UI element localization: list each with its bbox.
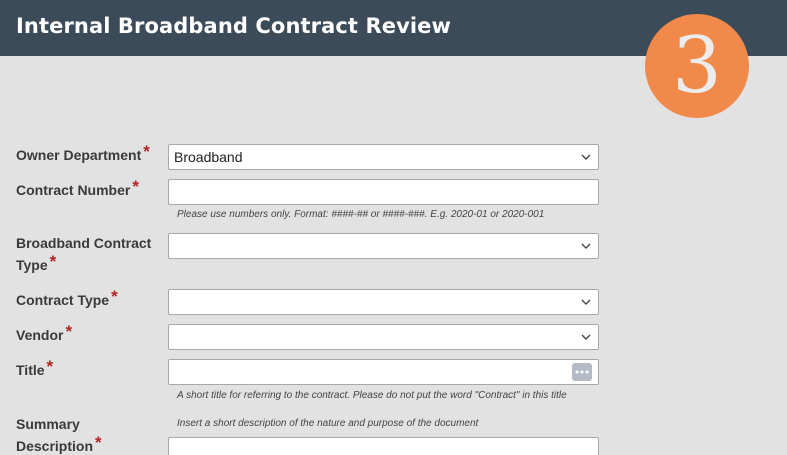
owner-department-label: Owner Department * xyxy=(16,142,150,163)
summary-description-input[interactable] xyxy=(168,437,599,455)
required-marker: * xyxy=(132,177,139,196)
title-label: Title * xyxy=(16,357,54,378)
chevron-down-icon xyxy=(581,334,591,340)
required-marker: * xyxy=(49,252,57,271)
vendor-label: Vendor * xyxy=(16,322,73,343)
contract-number-label: Contract Number * xyxy=(16,177,139,198)
broadband-contract-type-label: Broadband Contract Type * xyxy=(16,235,152,273)
chevron-down-icon xyxy=(581,243,591,249)
vendor-select[interactable] xyxy=(168,324,599,350)
chevron-down-icon xyxy=(581,154,591,160)
summary-description-hint: Insert a short description of the nature… xyxy=(177,418,479,429)
title-input[interactable] xyxy=(168,359,599,385)
required-marker: * xyxy=(111,287,118,306)
owner-department-value: Broadband xyxy=(174,149,243,165)
chevron-down-icon xyxy=(581,299,591,305)
summary-description-label: Summary Description * xyxy=(16,416,102,454)
contract-type-select[interactable] xyxy=(168,289,599,315)
page-title: Internal Broadband Contract Review xyxy=(16,14,452,38)
contract-number-hint: Please use numbers only. Format: ####-##… xyxy=(177,209,545,220)
title-hint: A short title for referring to the contr… xyxy=(177,390,567,401)
broadband-contract-type-select[interactable] xyxy=(168,233,599,259)
required-marker: * xyxy=(143,142,150,161)
step-badge: 3 xyxy=(645,14,749,118)
contract-number-input[interactable] xyxy=(168,179,599,205)
required-marker: * xyxy=(46,357,54,376)
title-more-button[interactable] xyxy=(572,363,592,381)
owner-department-select[interactable]: Broadband xyxy=(168,144,599,170)
required-marker: * xyxy=(95,433,102,452)
step-number: 3 xyxy=(672,21,722,111)
more-dots-icon xyxy=(575,370,589,374)
contract-type-label: Contract Type * xyxy=(16,287,118,308)
required-marker: * xyxy=(65,322,73,341)
